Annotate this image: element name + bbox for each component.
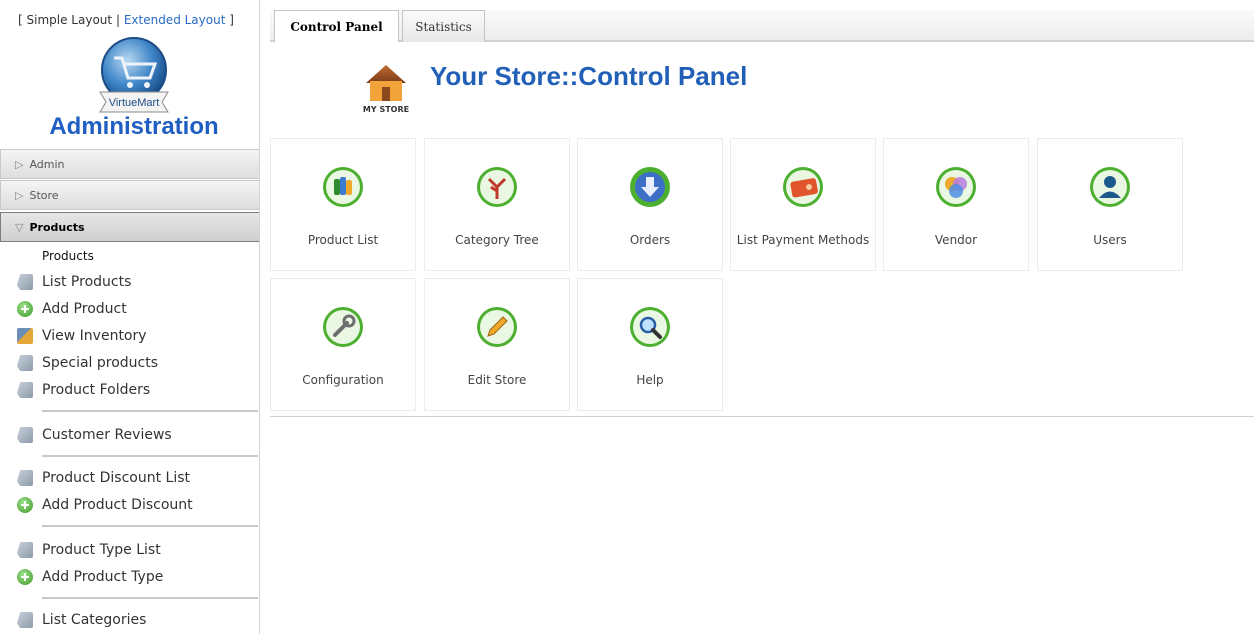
layout-separator: |	[115, 13, 120, 27]
chevron-right-icon: ▷	[15, 188, 24, 202]
add-icon	[17, 301, 33, 317]
menu-item-label: View Inventory	[42, 328, 147, 344]
document-icon	[17, 274, 33, 290]
configuration-icon	[323, 307, 363, 347]
payment-methods-icon	[783, 167, 823, 207]
section-store-label: Store	[29, 188, 59, 202]
tile-label: List Payment Methods	[736, 233, 870, 247]
menu-item-product-type-list[interactable]: Product Type List	[0, 539, 161, 561]
menu-item-label: List Products	[42, 274, 132, 290]
tile-users[interactable]: Users	[1037, 138, 1183, 271]
menu-item-label: Add Product Discount	[42, 497, 193, 513]
section-store[interactable]: ▷ Store	[0, 180, 260, 210]
tile-configuration[interactable]: Configuration	[270, 278, 416, 411]
document-icon	[17, 612, 33, 628]
vendor-icon	[936, 167, 976, 207]
tile-product-list[interactable]: Product List	[270, 138, 416, 271]
menu-item-special-products[interactable]: Special products	[0, 352, 158, 374]
administration-title: Administration	[49, 113, 219, 140]
menu-item-add-product-discount[interactable]: Add Product Discount	[0, 494, 193, 516]
my-store-caption: MY STORE	[363, 105, 409, 114]
menu-item-add-product[interactable]: Add Product	[0, 298, 127, 320]
menu-item-label: Add Product Type	[42, 569, 164, 585]
chevron-down-icon: ▽	[15, 220, 24, 234]
menu-item-view-inventory[interactable]: View Inventory	[0, 325, 147, 347]
product-list-icon	[323, 167, 363, 207]
tile-vendor[interactable]: Vendor	[883, 138, 1029, 271]
tile-label: Users	[1093, 233, 1127, 247]
section-products[interactable]: ▽ Products	[0, 212, 260, 242]
chevron-right-icon: ▷	[15, 157, 24, 171]
tile-edit-store[interactable]: Edit Store	[424, 278, 570, 411]
menu-item-label: Customer Reviews	[42, 427, 172, 443]
add-icon	[17, 569, 33, 585]
menu-item-label: Special products	[42, 355, 159, 371]
tab-statistics[interactable]: Statistics	[402, 10, 485, 42]
menu-item-add-product-type[interactable]: Add Product Type	[0, 566, 163, 588]
category-tree-icon	[477, 167, 517, 207]
menu-item-product-discount-list[interactable]: Product Discount List	[0, 467, 190, 489]
layout-switch: [ Simple Layout | Extended Layout ]	[18, 13, 234, 27]
menu-item-label: Add Product	[42, 301, 127, 317]
tile-label: Help	[636, 373, 664, 387]
bracket-close: ]	[229, 13, 234, 27]
tile-help[interactable]: Help	[577, 278, 723, 411]
document-icon	[17, 542, 33, 558]
section-admin-label: Admin	[29, 157, 65, 171]
tile-category-tree[interactable]: Category Tree	[424, 138, 570, 271]
menu-item-list-products[interactable]: List Products	[0, 271, 131, 293]
extended-layout-link[interactable]: Extended Layout	[124, 13, 226, 27]
menu-divider	[42, 455, 258, 457]
tile-label: Vendor	[934, 233, 978, 247]
users-icon	[1090, 167, 1130, 207]
menu-item-product-folders[interactable]: Product Folders	[0, 379, 150, 401]
tile-label: Configuration	[302, 373, 384, 387]
menu-divider	[42, 410, 258, 412]
virtuemart-logo: VirtueMart	[99, 37, 169, 113]
products-subheading: Products	[42, 249, 94, 263]
add-icon	[17, 497, 33, 513]
document-icon	[17, 355, 33, 371]
tile-orders[interactable]: Orders	[577, 138, 723, 271]
sidebar: [ Simple Layout | Extended Layout ] Virt…	[0, 0, 260, 634]
document-icon	[17, 470, 33, 486]
orders-icon	[630, 167, 670, 207]
control-panel-content: MY STORE Your Store::Control Panel Produ…	[270, 43, 1254, 417]
menu-item-customer-reviews[interactable]: Customer Reviews	[0, 424, 172, 446]
menu-divider	[42, 525, 258, 527]
tile-label: Edit Store	[467, 373, 527, 387]
inventory-icon	[17, 328, 33, 344]
menu-divider	[42, 597, 258, 599]
section-admin[interactable]: ▷ Admin	[0, 149, 260, 179]
logo-text: VirtueMart	[109, 97, 160, 109]
section-products-label: Products	[29, 220, 85, 234]
tile-label: Product List	[307, 233, 379, 247]
menu-item-label: Product Discount List	[42, 470, 190, 486]
sidebar-divider	[259, 0, 260, 634]
tile-list-payment-methods[interactable]: List Payment Methods	[730, 138, 876, 271]
document-icon	[17, 382, 33, 398]
simple-layout-link[interactable]: Simple Layout	[27, 13, 113, 27]
help-icon	[630, 307, 670, 347]
menu-item-label: List Categories	[42, 612, 147, 628]
edit-store-icon	[477, 307, 517, 347]
bracket-open: [	[18, 13, 23, 27]
menu-item-label: Product Type List	[42, 542, 161, 558]
menu-item-label: Product Folders	[42, 382, 151, 398]
tile-label: Category Tree	[455, 233, 539, 247]
document-icon	[17, 427, 33, 443]
page-title: Your Store::Control Panel	[430, 61, 748, 91]
tab-control-panel[interactable]: Control Panel	[274, 10, 399, 42]
tile-label: Orders	[629, 233, 671, 247]
tab-bar: Control Panel Statistics	[270, 10, 1254, 42]
menu-item-list-categories[interactable]: List Categories	[0, 609, 146, 631]
my-store-logo: MY STORE	[363, 65, 409, 114]
